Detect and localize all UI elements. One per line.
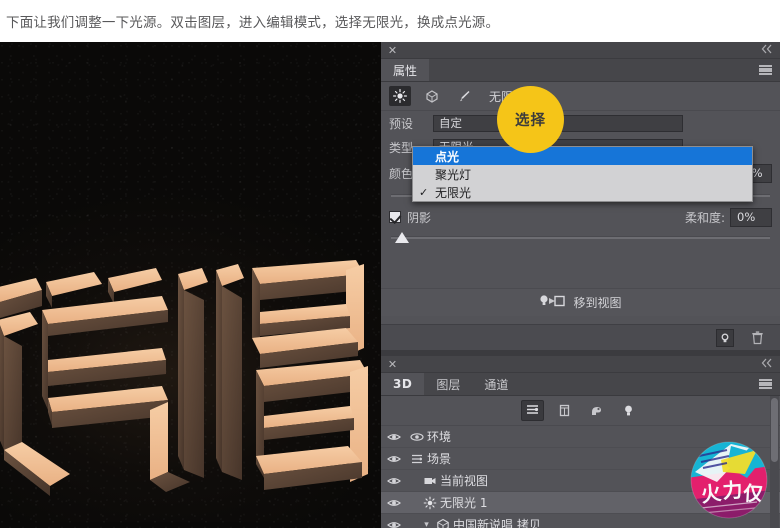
screenshot-root: 下面让我们调整一下光源。双击图层，进入编辑模式，选择无限光，换成点光源。 ✕ 属…	[0, 0, 780, 528]
threed-tabrow: 3D 图层 通道	[381, 373, 780, 396]
softness-slider-knob[interactable]	[394, 232, 409, 243]
site-watermark-logo: 火 力 仅	[687, 438, 771, 522]
light-to-view-icon	[539, 293, 566, 313]
preset-value: 自定	[439, 116, 462, 130]
dropdown-item-2[interactable]: ✓ 无限光	[413, 183, 752, 201]
tab-3D[interactable]: 3D	[381, 373, 425, 395]
visibility-eye-icon[interactable]	[381, 476, 407, 486]
mesh-icon	[433, 518, 453, 528]
tab-label: 3D	[393, 377, 413, 391]
softness-label: 柔和度:	[684, 210, 725, 225]
brush-icon[interactable]	[453, 86, 475, 106]
shadow-checkbox[interactable]	[389, 211, 401, 223]
annotation-label: 选择	[515, 113, 546, 129]
shadow-row: 阴影 柔和度: 0%	[381, 205, 780, 229]
scene-row-label: 环境	[427, 430, 452, 444]
materials-filter-icon[interactable]	[585, 400, 608, 421]
dropdown-check-icon: ✓	[419, 185, 429, 199]
dropdown-item-label: 聚光灯	[435, 167, 472, 182]
light-icon	[420, 496, 440, 510]
tab-通道[interactable]: 通道	[472, 373, 521, 395]
threed-panel-titlebar: ✕	[381, 356, 780, 373]
mesh-filter-icon[interactable]	[553, 400, 576, 421]
close-icon[interactable]: ✕	[387, 359, 398, 370]
close-icon[interactable]: ✕	[387, 45, 398, 56]
tutorial-caption: 下面让我们调整一下光源。双击图层，进入编辑模式，选择无限光，换成点光源。	[0, 0, 780, 42]
right-panel-column: ✕ 属性 预设 自定 类型 颜色: 阴影 柔和度: 0% 移到视图 点光 聚光灯…	[381, 42, 780, 528]
softness-value[interactable]: 0%	[730, 207, 772, 227]
camera-icon	[420, 474, 440, 488]
scene-row-label: 中国新说唱 拷贝	[453, 518, 541, 528]
environment-icon	[407, 430, 427, 444]
photoshop-canvas[interactable]	[0, 42, 381, 528]
visibility-eye-icon[interactable]	[381, 520, 407, 528]
threed-filter-row	[381, 396, 780, 426]
properties-tabrow: 属性	[381, 59, 780, 82]
properties-panel-titlebar: ✕	[381, 42, 780, 59]
visibility-eye-icon[interactable]	[381, 498, 407, 508]
scene-list-scrollbar[interactable]	[770, 396, 779, 528]
scene-icon	[407, 452, 427, 466]
tab-properties-label: 属性	[393, 63, 418, 78]
tab-图层[interactable]: 图层	[424, 373, 473, 395]
light-type-toolbar: 无限光 1	[381, 82, 780, 111]
svg-text:力: 力	[722, 478, 744, 503]
shadow-label: 阴影	[407, 210, 432, 225]
softness-slider[interactable]	[391, 229, 770, 247]
properties-footer	[381, 324, 780, 350]
scene-row-label: 场景	[427, 452, 452, 466]
light-icon[interactable]	[389, 86, 411, 106]
properties-body: 无限光 1 预设 自定 类型 无限光 颜色: 强度:	[381, 82, 780, 350]
light-type-dropdown[interactable]: 点光聚光灯 ✓ 无限光	[412, 146, 753, 202]
dropdown-item-label: 无限光	[435, 185, 472, 200]
tab-label: 图层	[436, 377, 461, 392]
mesh-icon[interactable]	[421, 86, 443, 106]
panel-menu-icon[interactable]	[759, 65, 772, 75]
trash-icon[interactable]	[748, 329, 766, 347]
chevron-down-icon[interactable]: ▾	[420, 520, 433, 528]
move-to-view-button[interactable]: 移到视图	[381, 288, 780, 316]
preset-row: 预设 自定	[381, 111, 780, 135]
scene-row-label: 当前视图	[440, 474, 489, 488]
scene-row-label: 无限光 1	[440, 496, 488, 510]
dropdown-item-label: 点光	[435, 149, 460, 164]
softness-group: 柔和度: 0%	[684, 207, 772, 227]
softness-slider-track	[391, 236, 770, 239]
dropdown-item-0[interactable]: 点光	[413, 147, 752, 165]
add-light-icon[interactable]	[716, 328, 734, 347]
annotation-select-bubble: 选择	[497, 86, 564, 153]
panel-menu-icon[interactable]	[759, 379, 772, 389]
lights-filter-icon[interactable]	[617, 400, 640, 421]
3d-text-artwork	[0, 260, 381, 505]
collapse-panel-icon[interactable]	[761, 44, 773, 57]
scrollbar-thumb[interactable]	[771, 398, 778, 462]
dropdown-item-1[interactable]: 聚光灯	[413, 165, 752, 183]
scene-filter-icon[interactable]	[521, 400, 544, 421]
preset-label: 预设	[389, 116, 414, 131]
move-to-view-label: 移到视图	[573, 296, 622, 310]
tab-properties[interactable]: 属性	[381, 59, 430, 81]
visibility-eye-icon[interactable]	[381, 454, 407, 464]
visibility-eye-icon[interactable]	[381, 432, 407, 442]
tab-label: 通道	[484, 377, 509, 392]
collapse-panel-icon[interactable]	[761, 358, 773, 371]
